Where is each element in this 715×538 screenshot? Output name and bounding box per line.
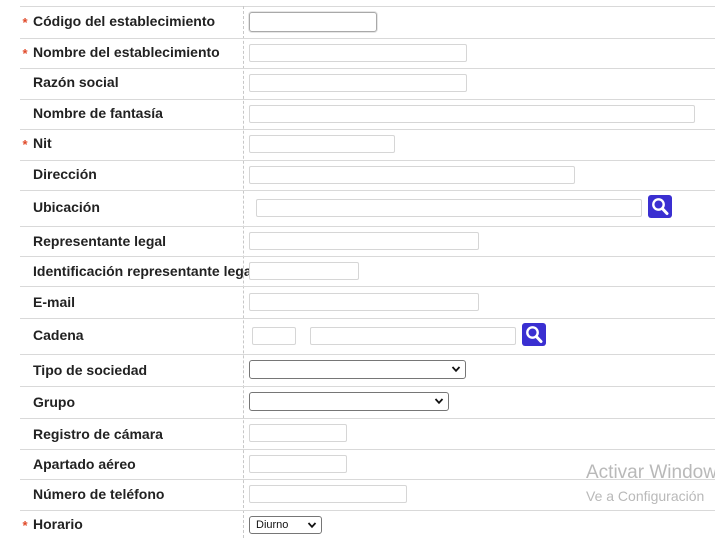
- label-apartado: Apartado aéreo: [33, 456, 136, 472]
- grupo-select[interactable]: [249, 392, 449, 411]
- telefono-input[interactable]: [249, 485, 407, 503]
- identificacion-input[interactable]: [249, 262, 359, 280]
- label-telefono: Número de teléfono: [33, 486, 165, 502]
- label-representante: Representante legal: [33, 233, 167, 249]
- ubicacion-input[interactable]: [256, 199, 642, 217]
- required-marker: *: [22, 15, 28, 30]
- label-ubicacion: Ubicación: [33, 199, 100, 215]
- razon-social-input[interactable]: [249, 74, 467, 92]
- label-direccion: Dirección: [33, 166, 97, 182]
- windows-activation-watermark-subtitle: Ve a Configuración: [586, 488, 705, 504]
- cadena-name-input[interactable]: [310, 327, 516, 345]
- fantasia-input[interactable]: [249, 105, 695, 123]
- windows-activation-watermark-title: Activar Windows: [586, 462, 715, 483]
- row-horario: * Horario: [20, 510, 715, 538]
- label-registro-camara: Registro de cámara: [33, 426, 163, 442]
- label-horario: Horario: [33, 516, 83, 532]
- nit-input[interactable]: [249, 135, 395, 153]
- direccion-input[interactable]: [249, 166, 575, 184]
- apartado-input[interactable]: [249, 455, 347, 473]
- label-grupo: Grupo: [33, 394, 75, 410]
- required-marker: *: [22, 46, 28, 61]
- horario-selected: Diurno: [256, 519, 289, 531]
- search-icon: [652, 198, 669, 215]
- label-fantasia: Nombre de fantasía: [33, 105, 163, 121]
- cadena-search-button[interactable]: [522, 323, 546, 346]
- label-razon-social: Razón social: [33, 74, 119, 90]
- label-codigo: Código del establecimiento: [33, 13, 216, 29]
- email-input[interactable]: [249, 293, 479, 311]
- label-identificacion: Identificación representante legal: [33, 263, 256, 279]
- chevron-down-icon: [451, 366, 461, 373]
- label-nit: Nit: [33, 135, 52, 151]
- chevron-down-icon: [307, 522, 317, 529]
- codigo-input[interactable]: [249, 12, 377, 32]
- label-cadena: Cadena: [33, 327, 84, 343]
- row-identificacion: Identificación representante legal: [20, 256, 715, 287]
- chevron-down-icon: [434, 398, 444, 405]
- ubicacion-search-button[interactable]: [648, 195, 672, 218]
- search-icon: [526, 326, 543, 343]
- label-email: E-mail: [33, 294, 76, 310]
- tipo-sociedad-select[interactable]: [249, 360, 466, 379]
- required-marker: *: [22, 518, 28, 533]
- row-registro-camara: Registro de cámara: [20, 418, 715, 450]
- label-nombre: Nombre del establecimiento: [33, 44, 220, 60]
- cadena-code-input[interactable]: [252, 327, 296, 345]
- required-marker: *: [22, 137, 28, 152]
- representante-input[interactable]: [249, 232, 479, 250]
- horario-select[interactable]: Diurno: [249, 516, 322, 534]
- nombre-input[interactable]: [249, 44, 467, 62]
- label-tipo-sociedad: Tipo de sociedad: [33, 362, 148, 378]
- registro-camara-input[interactable]: [249, 424, 347, 442]
